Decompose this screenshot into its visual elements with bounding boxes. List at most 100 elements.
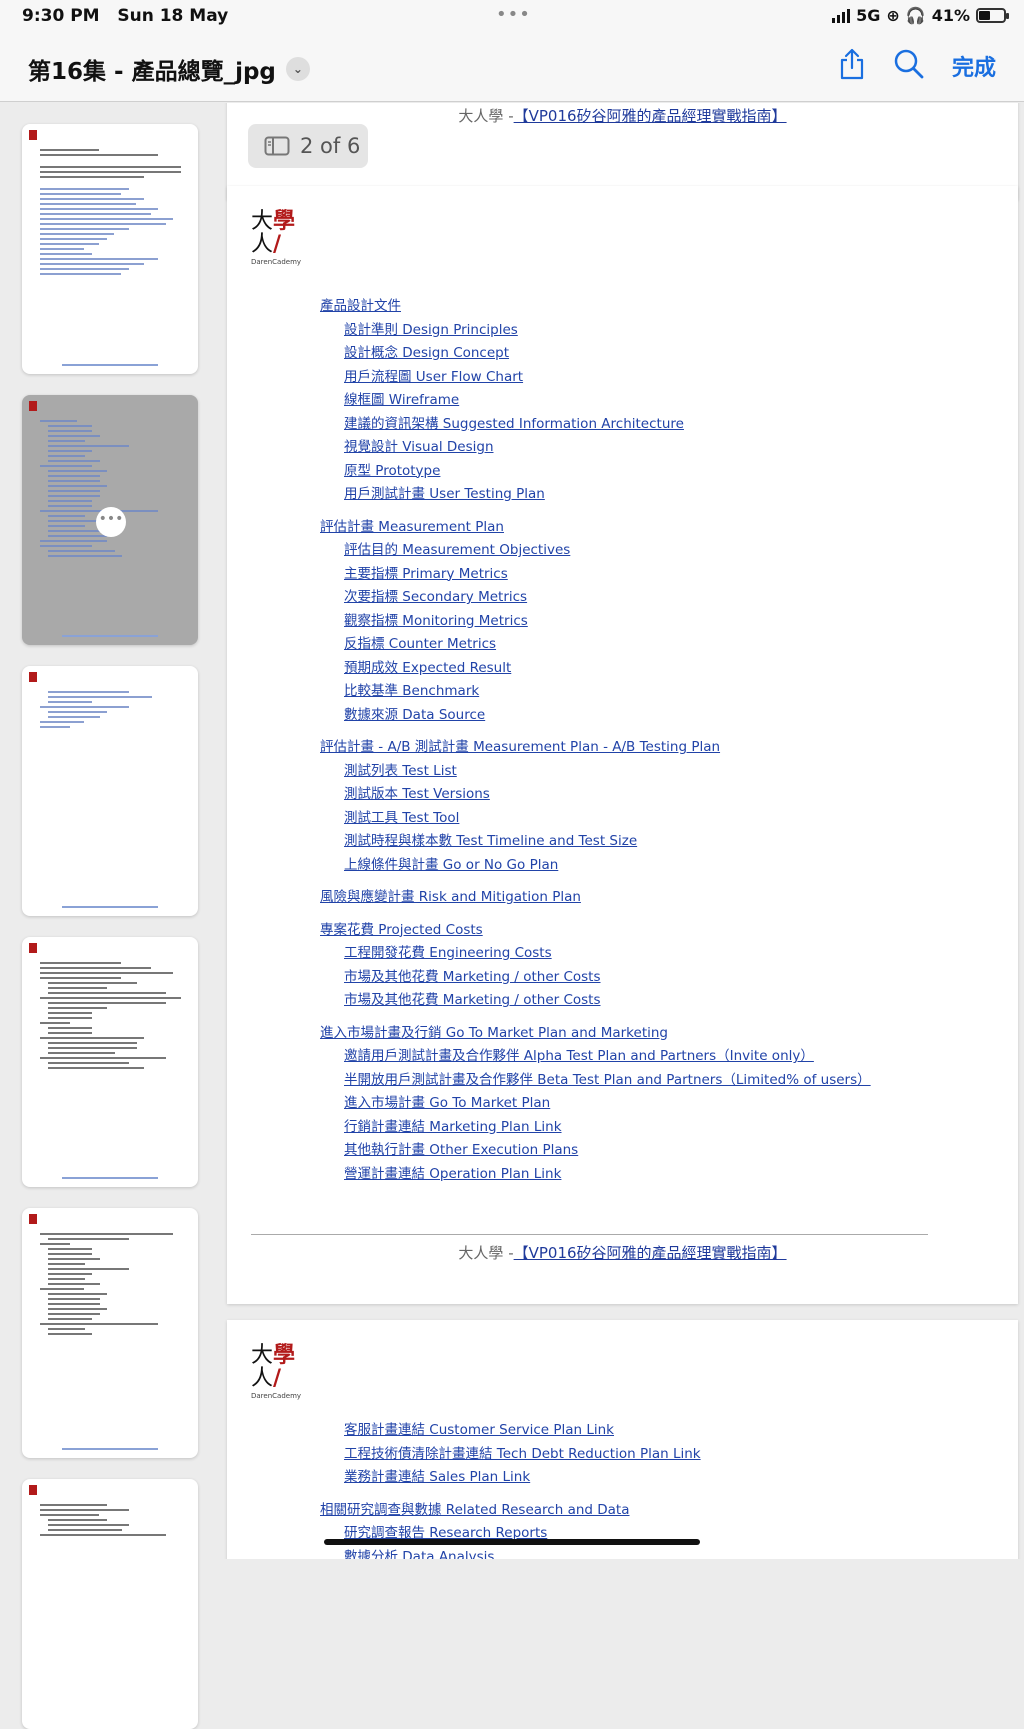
page-thumbnail-5[interactable] (22, 1208, 198, 1458)
toc-link[interactable]: 評估計畫 Measurement Plan (320, 515, 504, 535)
document-title-text: 第16集 - 產品總覽_jpg (28, 59, 276, 85)
toc-link[interactable]: 觀察指標 Monitoring Metrics (344, 609, 528, 629)
toc-link[interactable]: 市場及其他花費 Marketing / other Costs (344, 988, 601, 1008)
thumbnail-content (40, 417, 188, 560)
toc-link[interactable]: 測試時程與樣本數 Test Timeline and Test Size (344, 829, 637, 849)
page-thumbnail-6[interactable] (22, 1479, 198, 1729)
toc-link[interactable]: 營運計畫連結 Operation Plan Link (344, 1162, 561, 1182)
toc-link[interactable]: 風險與應變計畫 Risk and Mitigation Plan (320, 885, 581, 905)
share-icon[interactable] (838, 48, 866, 84)
daren-cademy-logo: 大學 人/ DarenCademy (251, 208, 302, 266)
toc-link[interactable]: 次要指標 Secondary Metrics (344, 585, 527, 605)
toc-link[interactable]: 市場及其他花費 Marketing / other Costs (344, 965, 601, 985)
sidebar-toggle-icon (264, 136, 290, 156)
battery-icon (976, 8, 1009, 23)
headphones-icon: 🎧 (905, 6, 926, 25)
toc-link[interactable]: 工程開發花費 Engineering Costs (344, 941, 552, 961)
toc-link[interactable]: 數據來源 Data Source (344, 703, 485, 723)
page-3: 大學 人/ DarenCademy 客服計畫連結 Customer Service… (227, 1320, 1018, 1559)
thumbnail-footer (62, 635, 158, 637)
thumbnail-footer (62, 1448, 158, 1450)
page-2: 大學 人/ DarenCademy 產品設計文件設計準則 Design Princ… (227, 186, 1018, 1304)
thumbnail-logo (29, 401, 37, 411)
page-thumbnail-2[interactable]: ••• (22, 395, 198, 645)
thumbnail-logo (29, 672, 37, 682)
toc-link[interactable]: 評估目的 Measurement Objectives (344, 538, 570, 558)
thumbnail-content (40, 688, 188, 731)
toc-link[interactable]: 測試版本 Test Versions (344, 782, 490, 802)
toc-link[interactable]: 進入市場計畫 Go To Market Plan (344, 1091, 550, 1111)
search-icon[interactable] (894, 49, 924, 83)
page-thumbnail-3[interactable] (22, 666, 198, 916)
toc-link[interactable]: 主要指標 Primary Metrics (344, 562, 508, 582)
thumbnail-logo (29, 130, 37, 140)
document-view[interactable]: 大人學 -【VP016矽谷阿雅的產品經理實戰指南】 2 of 6 大學 人/ Da… (221, 103, 1024, 1559)
status-time: 9:30 PM Sun 18 May (22, 6, 229, 26)
network-label: 5G (856, 6, 881, 25)
thumbnail-logo (29, 1214, 37, 1224)
document-title[interactable]: 第16集 - 產品總覽_jpg ⌄ (28, 52, 310, 86)
toc-link[interactable]: 專案花費 Projected Costs (320, 918, 483, 938)
navigation-bar: 第16集 - 產品總覽_jpg ⌄ 完成 (0, 34, 1024, 102)
toc-link[interactable]: 上線條件與計畫 Go or No Go Plan (344, 853, 558, 873)
toc-link[interactable]: 用戶流程圖 User Flow Chart (344, 365, 523, 385)
footer-link[interactable]: 【VP016矽谷阿雅的產品經理實戰指南】 (514, 1244, 787, 1262)
page-thumbnail-1[interactable] (22, 124, 198, 374)
orientation-lock-icon: ⊕ (886, 6, 900, 25)
toc-link[interactable]: 反指標 Counter Metrics (344, 632, 496, 652)
toc-link[interactable]: 預期成效 Expected Result (344, 656, 511, 676)
toc-link[interactable]: 用戶測試計畫 User Testing Plan (344, 482, 545, 502)
thumbnail-logo (29, 943, 37, 953)
thumbnail-content (40, 146, 188, 278)
toc-link[interactable]: 評估計畫 - A/B 測試計畫 Measurement Plan - A/B T… (320, 735, 720, 755)
chevron-down-icon[interactable]: ⌄ (285, 57, 310, 81)
toc-link[interactable]: 業務計畫連結 Sales Plan Link (344, 1465, 530, 1485)
thumbnail-more-button[interactable]: ••• (96, 507, 126, 537)
toc-link[interactable]: 比較基準 Benchmark (344, 679, 479, 699)
page-footer: 大人學 -【VP016矽谷阿雅的產品經理實戰指南】 (227, 105, 1018, 126)
toc-link[interactable]: 相關研究調查與數據 Related Research and Data (320, 1498, 630, 1518)
thumbnail-content (40, 1230, 188, 1338)
signal-icon (832, 8, 851, 23)
toc-link[interactable]: 原型 Prototype (344, 459, 440, 479)
thumbnail-content (40, 1501, 188, 1539)
done-button[interactable]: 完成 (952, 50, 996, 82)
home-indicator[interactable] (324, 1539, 700, 1545)
thumbnail-footer (62, 906, 158, 908)
toc-link[interactable]: 測試工具 Test Tool (344, 806, 459, 826)
page-counter: 2 of 6 (248, 124, 368, 168)
toc-link[interactable]: 邀請用戶測試計畫及合作夥伴 Alpha Test Plan and Partne… (344, 1044, 814, 1064)
footer-rule (251, 1234, 928, 1235)
thumbnail-logo (29, 1485, 37, 1495)
toc-link[interactable]: 工程技術債清除計畫連結 Tech Debt Reduction Plan Lin… (344, 1442, 701, 1462)
toc-link[interactable]: 行銷計畫連結 Marketing Plan Link (344, 1115, 562, 1135)
toc-link[interactable]: 其他執行計畫 Other Execution Plans (344, 1138, 578, 1158)
footer-link[interactable]: 【VP016矽谷阿雅的產品經理實戰指南】 (514, 107, 787, 125)
toc-link[interactable]: 研究調查報告 Research Reports (344, 1521, 547, 1541)
page-thumbnail-4[interactable] (22, 937, 198, 1187)
toc-link[interactable]: 視覺設計 Visual Design (344, 435, 494, 455)
thumbnail-sidebar: ••• (0, 103, 220, 1729)
toc-link[interactable]: 數據分析 Data Analysis (344, 1545, 494, 1560)
toc-link[interactable]: 產品設計文件 (320, 294, 401, 314)
footer-prefix: 大人學 - (458, 1244, 514, 1262)
toc-link[interactable]: 測試列表 Test List (344, 759, 457, 779)
status-bar: 9:30 PM Sun 18 May ••• 5G ⊕ 🎧 41% (0, 0, 1024, 34)
toc-link[interactable]: 建議的資訊架構 Suggested Information Architectu… (344, 412, 684, 432)
footer-prefix: 大人學 - (458, 107, 514, 125)
toc-link[interactable]: 半開放用戶測試計畫及合作夥伴 Beta Test Plan and Partne… (344, 1068, 871, 1088)
page-counter-text: 2 of 6 (300, 134, 361, 158)
status-indicators: 5G ⊕ 🎧 41% (832, 6, 1009, 25)
toc-link[interactable]: 線框圖 Wireframe (344, 388, 459, 408)
thumbnail-content (40, 959, 188, 1072)
toc-link[interactable]: 設計概念 Design Concept (344, 341, 509, 361)
multitasking-dots-icon[interactable]: ••• (496, 4, 531, 25)
toc-link[interactable]: 進入市場計畫及行銷 Go To Market Plan and Marketin… (320, 1021, 668, 1041)
thumbnail-footer (62, 364, 158, 366)
page-footer: 大人學 -【VP016矽谷阿雅的產品經理實戰指南】 (227, 1242, 1018, 1263)
daren-cademy-logo: 大學 人/ DarenCademy (251, 1342, 302, 1400)
battery-percent: 41% (931, 6, 970, 25)
toc-link[interactable]: 客服計畫連結 Customer Service Plan Link (344, 1418, 614, 1438)
toc-link[interactable]: 設計準則 Design Principles (344, 318, 518, 338)
thumbnail-footer (62, 1177, 158, 1179)
